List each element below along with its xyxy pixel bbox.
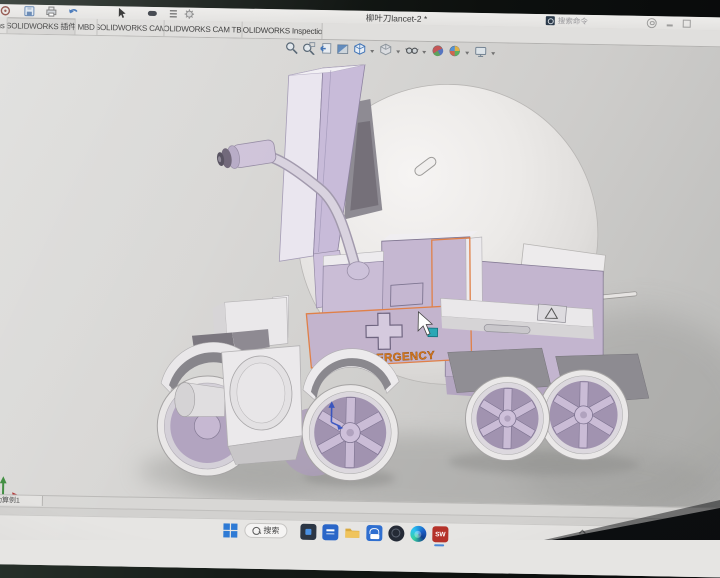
start-button-icon[interactable] [222,522,238,538]
taskbar-search-label: 搜索 [263,525,279,536]
wheel-rear-near[interactable] [465,376,551,462]
photos-app-icon[interactable] [388,525,404,541]
solidworks-app-icon[interactable]: SW [432,526,448,542]
wheel-mid[interactable] [301,384,399,482]
chevron-down-icon[interactable] [422,51,426,54]
section-view-icon[interactable] [336,42,349,55]
warning-decal [537,304,566,323]
apply-scene-icon[interactable] [448,44,461,57]
network-icon[interactable] [594,528,602,536]
system-tray [578,528,634,537]
viewport[interactable]: EMERGENCY [0,34,720,508]
rover-model[interactable]: EMERGENCY [0,58,720,542]
rear-rod[interactable] [601,293,635,298]
chevron-down-icon[interactable] [370,50,374,53]
search-icon [252,526,260,534]
wheel-rear-far[interactable] [538,369,630,461]
battery-icon[interactable] [626,529,634,537]
active-app-indicator [434,544,444,546]
view-settings-icon[interactable] [474,45,487,58]
hide-show-items-icon[interactable] [405,44,418,57]
microsoft-store-icon[interactable] [366,525,382,541]
solidworks-glyph: SW [435,531,446,538]
model-canvas: EMERGENCY [0,4,720,578]
display-style-icon[interactable] [379,43,392,56]
zoom-to-fit-icon[interactable] [285,41,298,54]
previous-view-icon[interactable] [319,42,332,55]
chevron-down-icon[interactable] [465,52,469,55]
chevron-up-icon[interactable] [578,528,586,536]
taskbar-search[interactable]: 搜索 [244,523,287,539]
edit-appearance-icon[interactable] [431,44,444,57]
zoom-to-area-icon[interactable] [302,42,315,55]
motion-study-tab[interactable]: 运动算例1 [0,495,43,506]
widgets-icon[interactable] [300,524,316,540]
monitor-screen: 柳叶刀lancet-2 * 搜索命令 ions SOLIDWORKS 插件 MB… [0,4,720,578]
file-explorer-icon[interactable] [344,525,360,541]
view-orientation-icon[interactable] [353,43,366,56]
chevron-down-icon[interactable] [396,50,400,53]
chevron-down-icon[interactable] [491,52,495,55]
mail-app-icon[interactable] [322,524,338,540]
camera-head[interactable] [215,139,276,171]
volume-icon[interactable] [610,528,618,536]
